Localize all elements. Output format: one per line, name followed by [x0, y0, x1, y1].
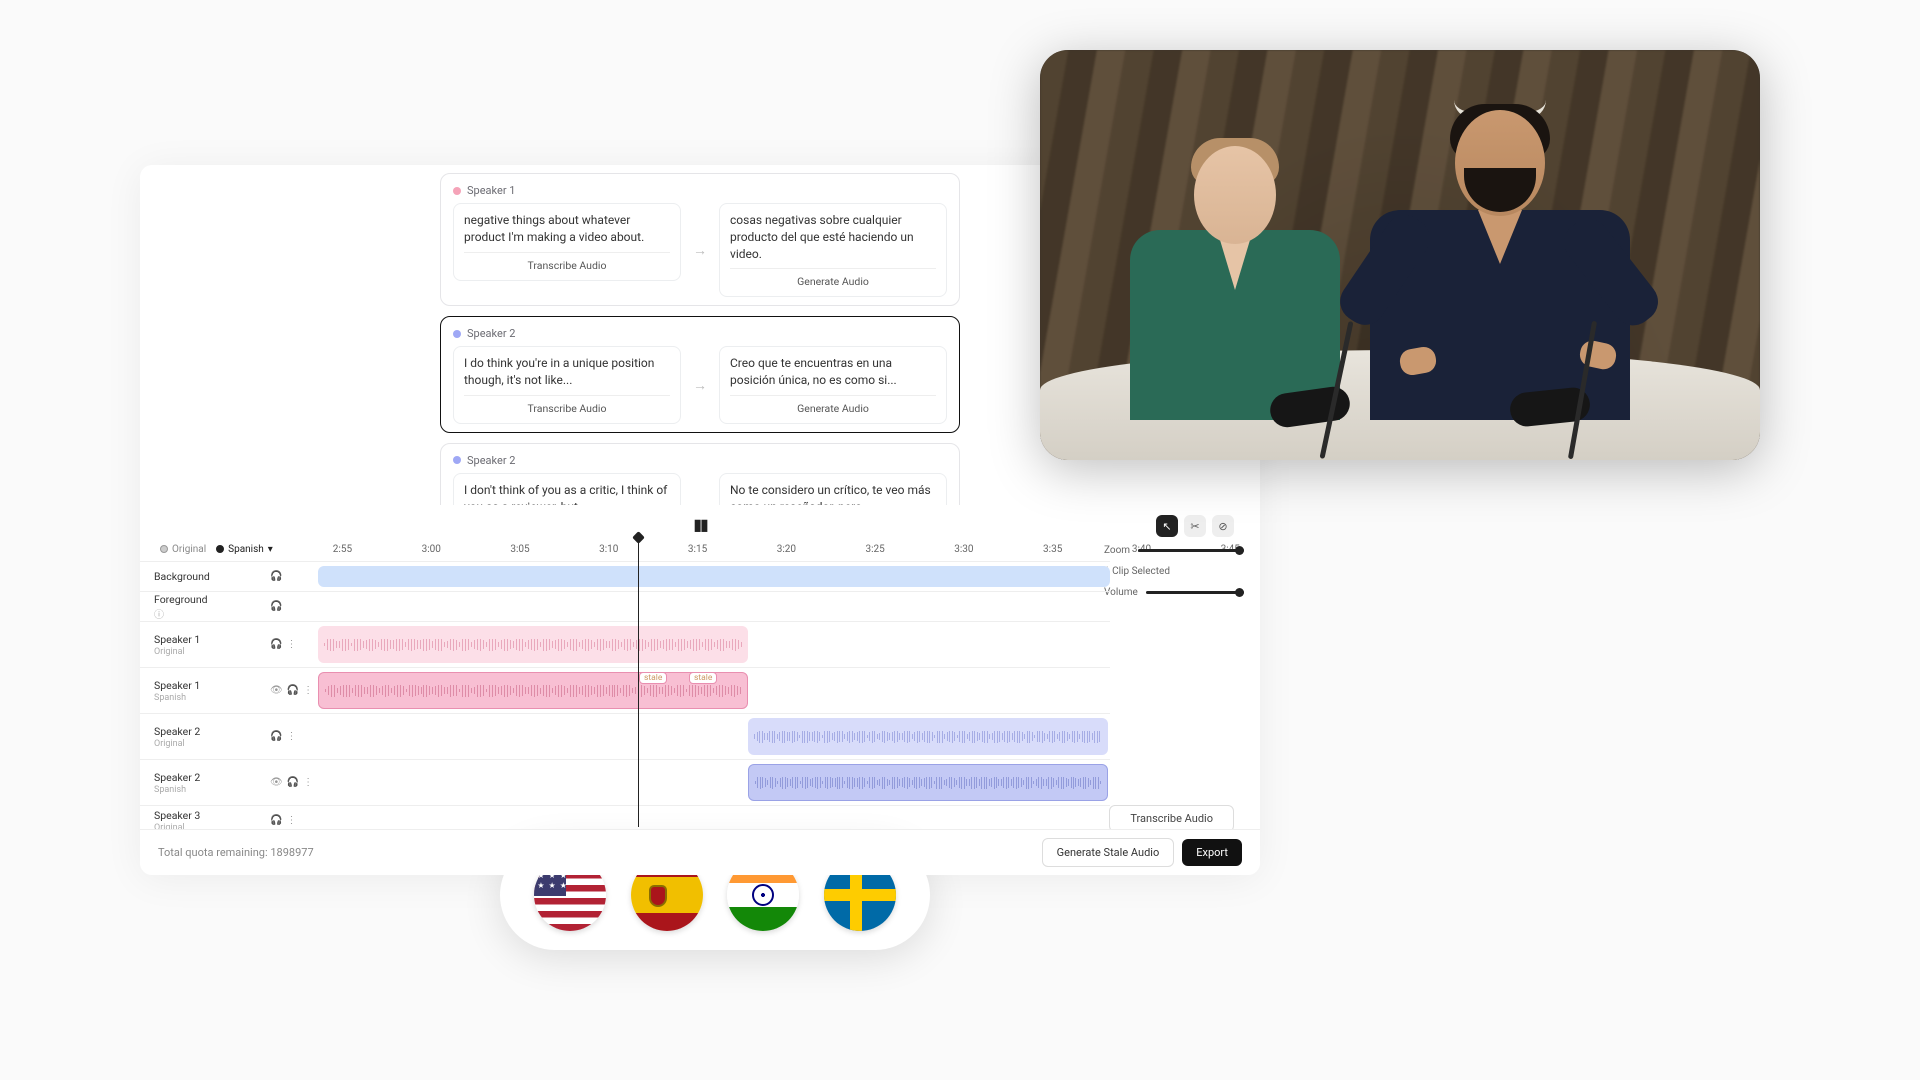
zoom-slider[interactable] — [1138, 549, 1244, 552]
audio-clip-selected[interactable]: stale stale — [318, 672, 748, 709]
side-panel: Zoom 1 Clip Selected Volume — [1104, 545, 1244, 608]
info-icon[interactable]: ⓘ — [154, 610, 164, 621]
time-tick: 3:30 — [954, 544, 973, 555]
speaker-label: Speaker 2 — [467, 327, 515, 340]
time-tick: 3:20 — [777, 544, 796, 555]
time-tick: 3:15 — [688, 544, 707, 555]
selection-label: 1 Clip Selected — [1104, 566, 1170, 577]
generate-button[interactable]: Generate Audio — [730, 268, 936, 288]
generate-stale-button[interactable]: Generate Stale Audio — [1042, 838, 1175, 867]
more-icon[interactable]: ⋮ — [303, 685, 313, 696]
person-right — [1370, 100, 1630, 420]
speaker-label: Speaker 1 — [467, 184, 515, 197]
audio-clip-selected[interactable] — [748, 764, 1108, 801]
transcribe-button[interactable]: Transcribe Audio — [464, 252, 670, 272]
stale-badge: stale — [639, 672, 667, 684]
target-text: No te considero un crítico, te veo más c… — [730, 482, 936, 505]
cursor-tool-icon[interactable]: ↖ — [1156, 515, 1178, 537]
quota-label: Total quota remaining: 1898977 — [158, 846, 314, 859]
export-button[interactable]: Export — [1182, 839, 1242, 866]
source-text: I do think you're in a unique position t… — [464, 355, 670, 389]
headphones-icon[interactable]: 🎧 — [270, 731, 282, 742]
background-clip[interactable] — [318, 566, 1110, 587]
target-text: Creo que te encuentras en una posición ú… — [730, 355, 936, 389]
eye-icon[interactable]: 👁 — [270, 777, 283, 788]
person-left — [1130, 120, 1340, 420]
segment-card[interactable]: Speaker 2 I don't think of you as a crit… — [440, 443, 960, 505]
footer-bar: Total quota remaining: 1898977 Generate … — [140, 829, 1260, 875]
timeline-tracks: Background 🎧 Foreground ⓘ 🎧 Speaker 1Ori… — [140, 561, 1110, 835]
track-background: Background 🎧 — [140, 561, 1110, 591]
volume-slider[interactable] — [1146, 591, 1244, 594]
transcribe-button[interactable]: Transcribe Audio — [464, 395, 670, 415]
speaker-dot-icon — [453, 330, 461, 338]
track-foreground: Foreground ⓘ 🎧 — [140, 591, 1110, 621]
speaker-dot-icon — [453, 456, 461, 464]
more-icon[interactable]: ⋮ — [286, 815, 296, 826]
source-text: I don't think of you as a critic, I thin… — [464, 482, 670, 505]
headphones-icon[interactable]: 🎧 — [287, 777, 299, 788]
time-tick: 2:55 — [333, 544, 352, 555]
headphones-icon[interactable]: 🎧 — [270, 601, 282, 612]
more-icon[interactable]: ⋮ — [286, 639, 296, 650]
more-icon[interactable]: ⋮ — [303, 777, 313, 788]
track-speaker1-spanish: Speaker 1Spanish 👁🎧⋮ stale stale — [140, 667, 1110, 713]
headphones-icon[interactable]: 🎧 — [270, 639, 282, 650]
arrow-right-icon: → — [693, 377, 707, 394]
time-tick: 3:35 — [1043, 544, 1062, 555]
timeline-header: Original Spanish▾ 2:55 3:00 3:05 3:10 3:15 3:… — [140, 537, 1260, 561]
tab-spanish[interactable]: Spanish▾ — [216, 544, 273, 555]
pause-button[interactable]: ▮▮ — [693, 515, 707, 534]
arrow-right-icon: → — [693, 503, 707, 505]
track-speaker1-original: Speaker 1Original 🎧⋮ — [140, 621, 1110, 667]
audio-clip[interactable] — [748, 718, 1108, 755]
segment-card-active[interactable]: Speaker 2 I do think you're in a unique … — [440, 316, 960, 433]
segment-card[interactable]: Speaker 1 negative things about whatever… — [440, 173, 960, 306]
time-tick: 3:10 — [599, 544, 618, 555]
arrow-right-icon: → — [693, 242, 707, 259]
zoom-label: Zoom — [1104, 545, 1130, 556]
target-text: cosas negativas sobre cualquier producto… — [730, 212, 936, 262]
stale-badge: stale — [689, 672, 717, 684]
transcribe-audio-button[interactable]: Transcribe Audio — [1109, 805, 1234, 832]
more-icon[interactable]: ⋮ — [286, 731, 296, 742]
speaker-dot-icon — [453, 187, 461, 195]
timeline-tools: ↖ ✂ ⊘ — [1156, 515, 1234, 537]
playhead[interactable] — [638, 537, 639, 827]
video-preview — [1040, 50, 1760, 460]
time-tick: 3:25 — [865, 544, 884, 555]
generate-button[interactable]: Generate Audio — [730, 395, 936, 415]
cut-tool-icon[interactable]: ✂ — [1184, 515, 1206, 537]
tab-original[interactable]: Original — [160, 544, 206, 555]
source-text: negative things about whatever product I… — [464, 212, 670, 246]
eye-icon[interactable]: 👁 — [270, 685, 283, 696]
speaker-label: Speaker 2 — [467, 454, 515, 467]
delete-tool-icon[interactable]: ⊘ — [1212, 515, 1234, 537]
time-tick: 3:00 — [422, 544, 441, 555]
headphones-icon[interactable]: 🎧 — [287, 685, 299, 696]
track-speaker2-original: Speaker 2Original 🎧⋮ — [140, 713, 1110, 759]
time-tick: 3:05 — [510, 544, 529, 555]
audio-clip[interactable] — [318, 626, 748, 663]
track-speaker2-spanish: Speaker 2Spanish 👁🎧⋮ — [140, 759, 1110, 805]
headphones-icon[interactable]: 🎧 — [270, 815, 282, 826]
headphones-icon[interactable]: 🎧 — [270, 571, 282, 582]
